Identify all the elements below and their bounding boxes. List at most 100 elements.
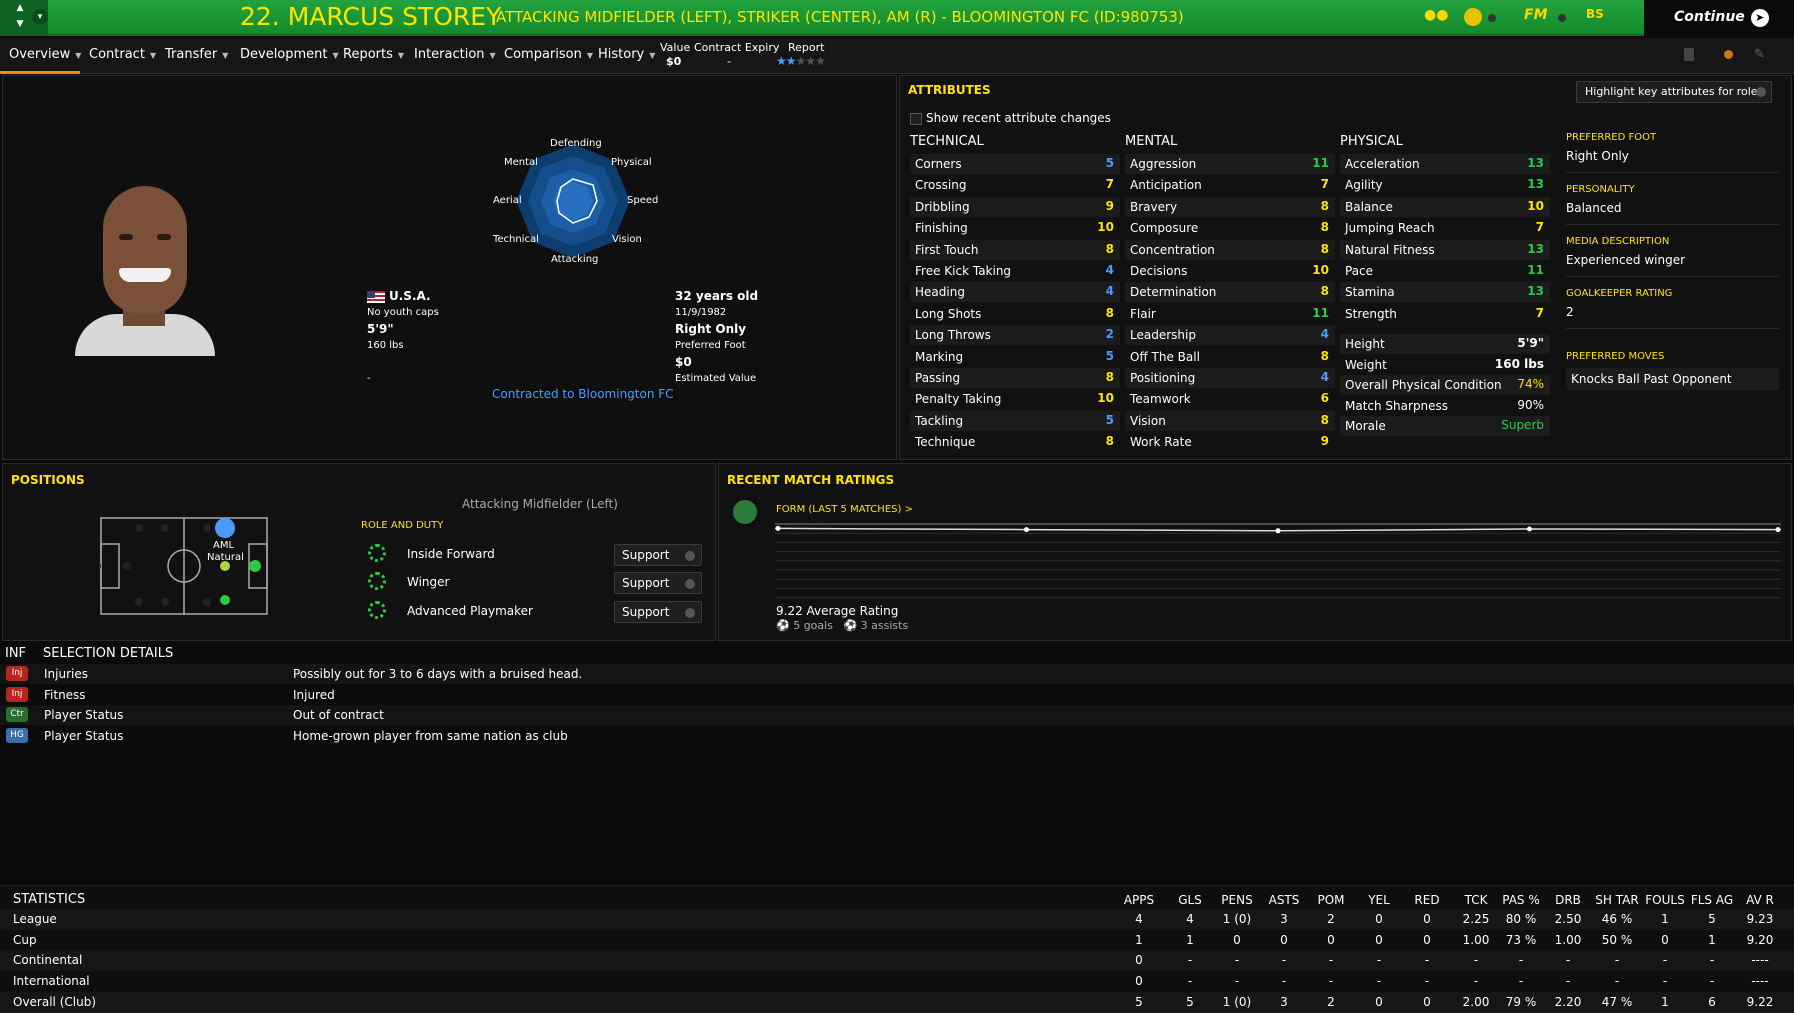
role-name[interactable]: Winger	[407, 575, 449, 589]
attribute-value: 8	[1320, 198, 1329, 213]
attribute-name: Long Shots	[915, 306, 982, 321]
selection-details: INF SELECTION DETAILS Inj Injuries Possibl…	[0, 643, 1794, 883]
show-changes-checkbox[interactable]	[910, 113, 922, 125]
tab-interaction[interactable]: Interaction ▼	[414, 38, 496, 74]
tab-reports[interactable]: Reports ▼	[343, 38, 404, 74]
player-menu-button[interactable]: ▾	[32, 9, 48, 25]
assist-icon: ⚽	[843, 619, 858, 632]
attribute-row: Leadership 4	[1125, 325, 1335, 346]
continue-button[interactable]: Continue ➤	[1644, 0, 1794, 36]
attribute-name: Acceleration	[1345, 157, 1420, 171]
tab-comparison[interactable]: Comparison ▼	[504, 38, 593, 74]
attribute-row: Decisions 10	[1125, 261, 1335, 281]
attribute-row: Flair 11	[1125, 304, 1335, 324]
stat-cell: 9.22	[1746, 994, 1774, 1009]
binoculars-icon[interactable]: ●●	[1424, 7, 1448, 23]
attribute-name: Marking	[915, 349, 964, 364]
attribute-name: Vision	[1130, 413, 1166, 428]
attribute-row: Aggression 11	[1125, 154, 1335, 174]
physical-info-value: 74%	[1517, 377, 1544, 391]
attribute-name: Pace	[1345, 264, 1374, 278]
chevron-down-icon: ▼	[332, 51, 339, 60]
form-point[interactable]	[1775, 527, 1781, 533]
tab-label: Contract	[89, 47, 145, 62]
fm-logo-icon[interactable]: FM	[1524, 7, 1548, 23]
stat-column-header[interactable]: AV R	[1730, 893, 1790, 907]
tab-history[interactable]: History ▼	[598, 38, 655, 74]
physical-info-value: 160 lbs	[1494, 356, 1544, 371]
edit-icon[interactable]: ✎	[1754, 47, 1765, 62]
attribute-value: 7	[1320, 177, 1329, 192]
form-point[interactable]	[1275, 528, 1281, 534]
role-name[interactable]: Inside Forward	[407, 547, 495, 561]
radar-label: Aerial	[493, 195, 522, 206]
selection-row: Inj Fitness Injured	[0, 685, 1794, 705]
attribute-value: 8	[1320, 284, 1329, 299]
form-point[interactable]	[1527, 526, 1532, 532]
stat-row-name: Overall (Club)	[13, 994, 96, 1009]
physical-info-value: Superb	[1501, 418, 1544, 432]
next-arrow-icon[interactable]: ▼	[10, 17, 30, 31]
side-info-label: MEDIA DESCRIPTION	[1566, 236, 1670, 247]
attribute-name: Penalty Taking	[915, 392, 1002, 407]
star-icon: ★	[805, 54, 816, 68]
attribute-row: Technique 8	[910, 432, 1120, 452]
contract-link[interactable]: Contracted to Bloomington FC	[492, 387, 674, 401]
highlight-key-attributes-button[interactable]: Highlight key attributes for role	[1576, 81, 1772, 103]
physical-title: PHYSICAL	[1340, 134, 1403, 149]
physical-info-row: Height 5'9"	[1340, 334, 1550, 354]
tab-development[interactable]: Development ▼	[240, 38, 339, 74]
average-rating: 9.22 Average Rating	[776, 604, 899, 618]
previous-arrow-icon[interactable]: ▲	[10, 1, 30, 15]
attribute-row: Positioning 4	[1125, 368, 1335, 388]
attribute-row: Marking 5	[910, 347, 1120, 367]
age: 32 years old	[675, 289, 759, 303]
attribute-row: Bravery 8	[1125, 196, 1335, 217]
stat-cell: 9.20	[1746, 932, 1774, 947]
tab-transfer[interactable]: Transfer ▼	[165, 38, 228, 74]
form-point[interactable]	[1024, 527, 1029, 533]
form-link[interactable]: FORM (LAST 5 MATCHES) >	[776, 504, 913, 515]
side-info-label: PREFERRED FOOT	[1566, 132, 1657, 143]
duty-dropdown[interactable]: Support	[614, 544, 702, 566]
nav-arrows: ▲ ▼ ▾	[0, 0, 48, 36]
positions-title: POSITIONS	[11, 473, 85, 487]
attribute-name: First Touch	[915, 242, 979, 257]
tab-overview[interactable]: Overview ▼	[9, 38, 81, 74]
form-point[interactable]	[775, 525, 781, 531]
value-value: $0	[666, 55, 682, 68]
technical-attributes: Corners 5 Crossing 7 Dribbling 9 Finishing 10 Fi…	[910, 154, 1120, 454]
clipboard-icon[interactable]	[1684, 48, 1694, 61]
show-changes-label: Show recent attribute changes	[926, 111, 1111, 125]
tab-contract[interactable]: Contract ▼	[89, 38, 156, 74]
attribute-value: 8	[1105, 305, 1114, 320]
attribute-value: 7	[1535, 305, 1544, 320]
role-suitability-icon	[368, 601, 386, 619]
role-name[interactable]: Advanced Playmaker	[407, 604, 533, 618]
stat-row: International 0- - - - - - - - - - - - ----	[0, 971, 1794, 992]
duty-dropdown[interactable]: Support	[614, 572, 702, 594]
bs-icon[interactable]: BS	[1586, 7, 1604, 21]
report-stars: ★★★★★	[776, 54, 826, 68]
radar-label: Physical	[611, 157, 652, 168]
selection-label: Injuries	[44, 667, 88, 681]
stat-row-name: League	[13, 912, 57, 926]
attribute-row: Composure 8	[1125, 218, 1335, 238]
attribute-value: 11	[1312, 305, 1329, 320]
stat-cell: ----	[1751, 974, 1769, 989]
side-info-value: Balanced	[1566, 201, 1622, 215]
tab-label: Overview	[9, 47, 71, 62]
attribute-row: Free Kick Taking 4	[910, 261, 1120, 281]
side-info-label: GOALKEEPER RATING	[1566, 288, 1673, 299]
attribute-value: 13	[1527, 284, 1544, 299]
selection-row: HG Player Status Home-grown player from sa…	[0, 726, 1794, 746]
physical-info-name: Morale	[1345, 419, 1386, 433]
preferred-move: Knocks Ball Past Opponent	[1566, 368, 1779, 390]
club-badge-icon[interactable]	[1464, 8, 1482, 26]
attribute-name: Balance	[1345, 199, 1393, 214]
chevron-down-icon: ▼	[149, 51, 157, 60]
attribute-name: Corners	[915, 157, 962, 171]
chevron-down-icon: ▼	[586, 51, 593, 60]
duty-dropdown[interactable]: Support	[614, 601, 702, 623]
preferred-moves-label: PREFERRED MOVES	[1566, 351, 1665, 362]
